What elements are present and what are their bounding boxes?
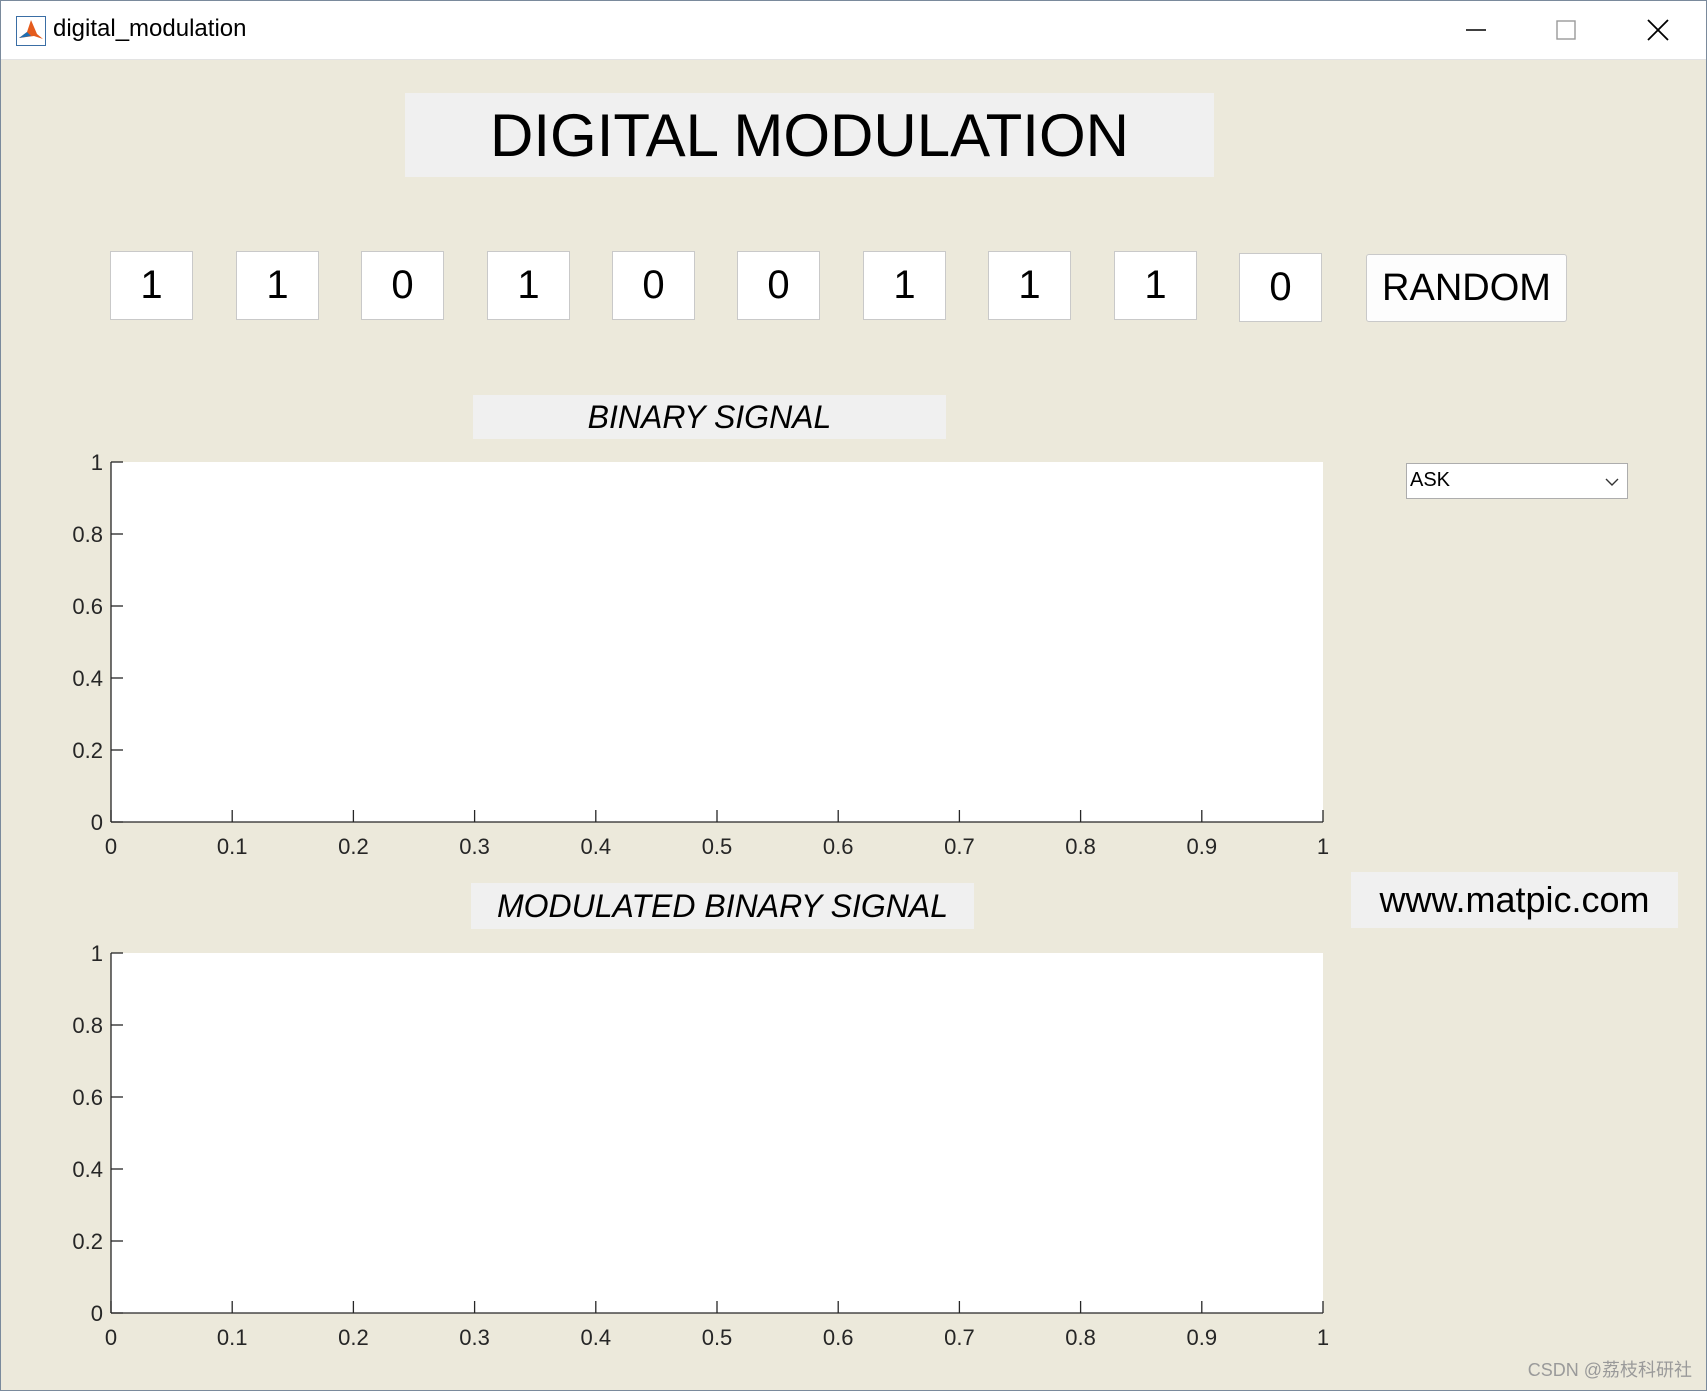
x-tick-label: 0.1 <box>217 1325 248 1350</box>
x-tick-label: 0.9 <box>1187 1325 1218 1350</box>
x-tick-label: 0 <box>105 834 117 859</box>
maximize-button[interactable] <box>1521 1 1611 59</box>
plot-area <box>111 462 1323 822</box>
x-tick-label: 0.7 <box>944 834 975 859</box>
random-button[interactable]: RANDOM <box>1366 254 1567 322</box>
figure-window: digital_modulation DIGITAL MODULATION 1 … <box>0 0 1707 1391</box>
x-tick-label: 0.7 <box>944 1325 975 1350</box>
y-tick-label: 0 <box>91 1301 103 1326</box>
x-tick-label: 0.4 <box>581 1325 612 1350</box>
y-tick-label: 0.2 <box>72 738 103 763</box>
matlab-icon <box>16 16 46 46</box>
x-tick-label: 0.5 <box>702 834 733 859</box>
minimize-icon <box>1466 29 1486 31</box>
bit-input-4[interactable]: 1 <box>487 251 570 320</box>
y-tick-label: 0.2 <box>72 1229 103 1254</box>
bit-input-9[interactable]: 1 <box>1114 251 1197 320</box>
x-tick-label: 0.3 <box>459 834 490 859</box>
x-tick-label: 0.8 <box>1065 834 1096 859</box>
modulated-signal-axes: 0 0.1 0.2 0.3 0.4 0.5 0.6 0.7 0.8 0.9 1 0 0.2 0.4 0.6 0… <box>72 941 1329 1350</box>
watermark: CSDN @荔枝科研社 <box>1527 1360 1692 1380</box>
plot-area <box>111 953 1323 1313</box>
y-tick-label: 0 <box>91 810 103 835</box>
bit-input-5[interactable]: 0 <box>612 251 695 320</box>
bit-input-3[interactable]: 0 <box>361 251 444 320</box>
bit-input-6[interactable]: 0 <box>737 251 820 320</box>
x-tick-label: 0.4 <box>581 834 612 859</box>
website-url: www.matpic.com <box>1351 872 1678 928</box>
bit-input-2[interactable]: 1 <box>236 251 319 320</box>
window-title: digital_modulation <box>53 15 247 42</box>
bit-input-1[interactable]: 1 <box>110 251 193 320</box>
y-tick-label: 0.8 <box>72 522 103 547</box>
x-tick-label: 0.5 <box>702 1325 733 1350</box>
y-tick-label: 1 <box>91 450 103 475</box>
close-icon <box>1647 19 1669 41</box>
x-tick-label: 0.3 <box>459 1325 490 1350</box>
bit-input-10[interactable]: 0 <box>1239 253 1322 322</box>
y-tick-label: 0.4 <box>72 1157 103 1182</box>
y-tick-label: 1 <box>91 941 103 966</box>
x-tick-label: 1 <box>1317 1325 1329 1350</box>
title-bar: digital_modulation <box>1 1 1706 60</box>
x-tick-label: 0.2 <box>338 834 369 859</box>
x-tick-label: 0.8 <box>1065 1325 1096 1350</box>
y-tick-label: 0.6 <box>72 594 103 619</box>
x-tick-label: 0 <box>105 1325 117 1350</box>
modulated-signal-label: MODULATED BINARY SIGNAL <box>471 883 974 929</box>
y-tick-label: 0.8 <box>72 1013 103 1038</box>
x-tick-label: 0.1 <box>217 834 248 859</box>
close-button[interactable] <box>1613 1 1703 59</box>
y-tick-label: 0.4 <box>72 666 103 691</box>
x-tick-label: 0.6 <box>823 834 854 859</box>
maximize-icon <box>1556 20 1576 40</box>
x-tick-label: 0.9 <box>1187 834 1218 859</box>
x-tick-label: 0.6 <box>823 1325 854 1350</box>
y-tick-label: 0.6 <box>72 1085 103 1110</box>
binary-signal-axes: 0 0.1 0.2 0.3 0.4 0.5 0.6 0.7 0.8 0.9 1 0 0.2 0.4 0.6 0… <box>72 450 1329 859</box>
page-title: DIGITAL MODULATION <box>405 93 1214 177</box>
x-tick-label: 1 <box>1317 834 1329 859</box>
bit-input-8[interactable]: 1 <box>988 251 1071 320</box>
binary-signal-label: BINARY SIGNAL <box>473 395 946 439</box>
minimize-button[interactable] <box>1431 1 1521 59</box>
x-tick-label: 0.2 <box>338 1325 369 1350</box>
bit-input-7[interactable]: 1 <box>863 251 946 320</box>
